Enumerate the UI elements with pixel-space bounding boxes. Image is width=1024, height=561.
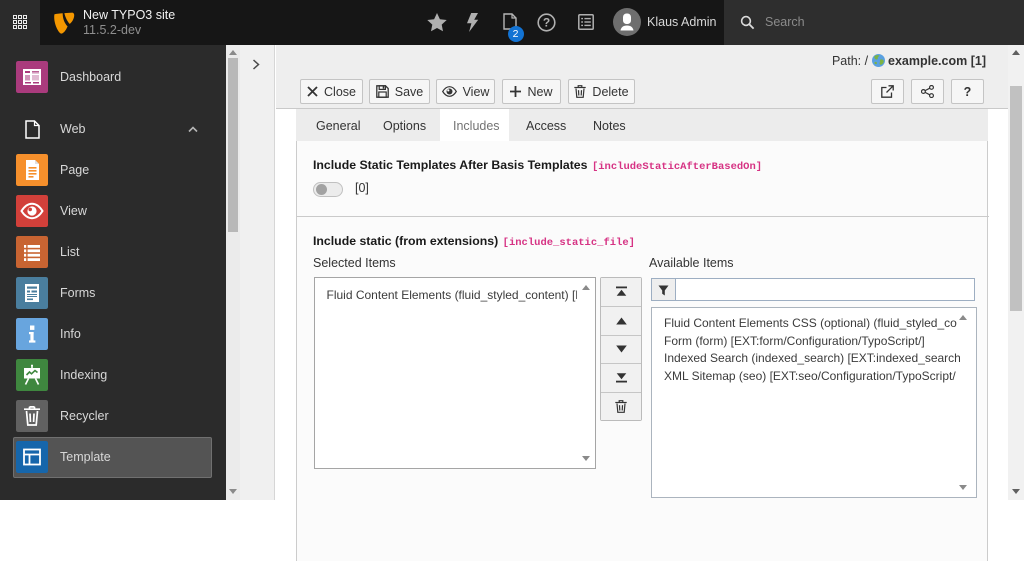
svg-text:?: ?: [543, 16, 550, 30]
